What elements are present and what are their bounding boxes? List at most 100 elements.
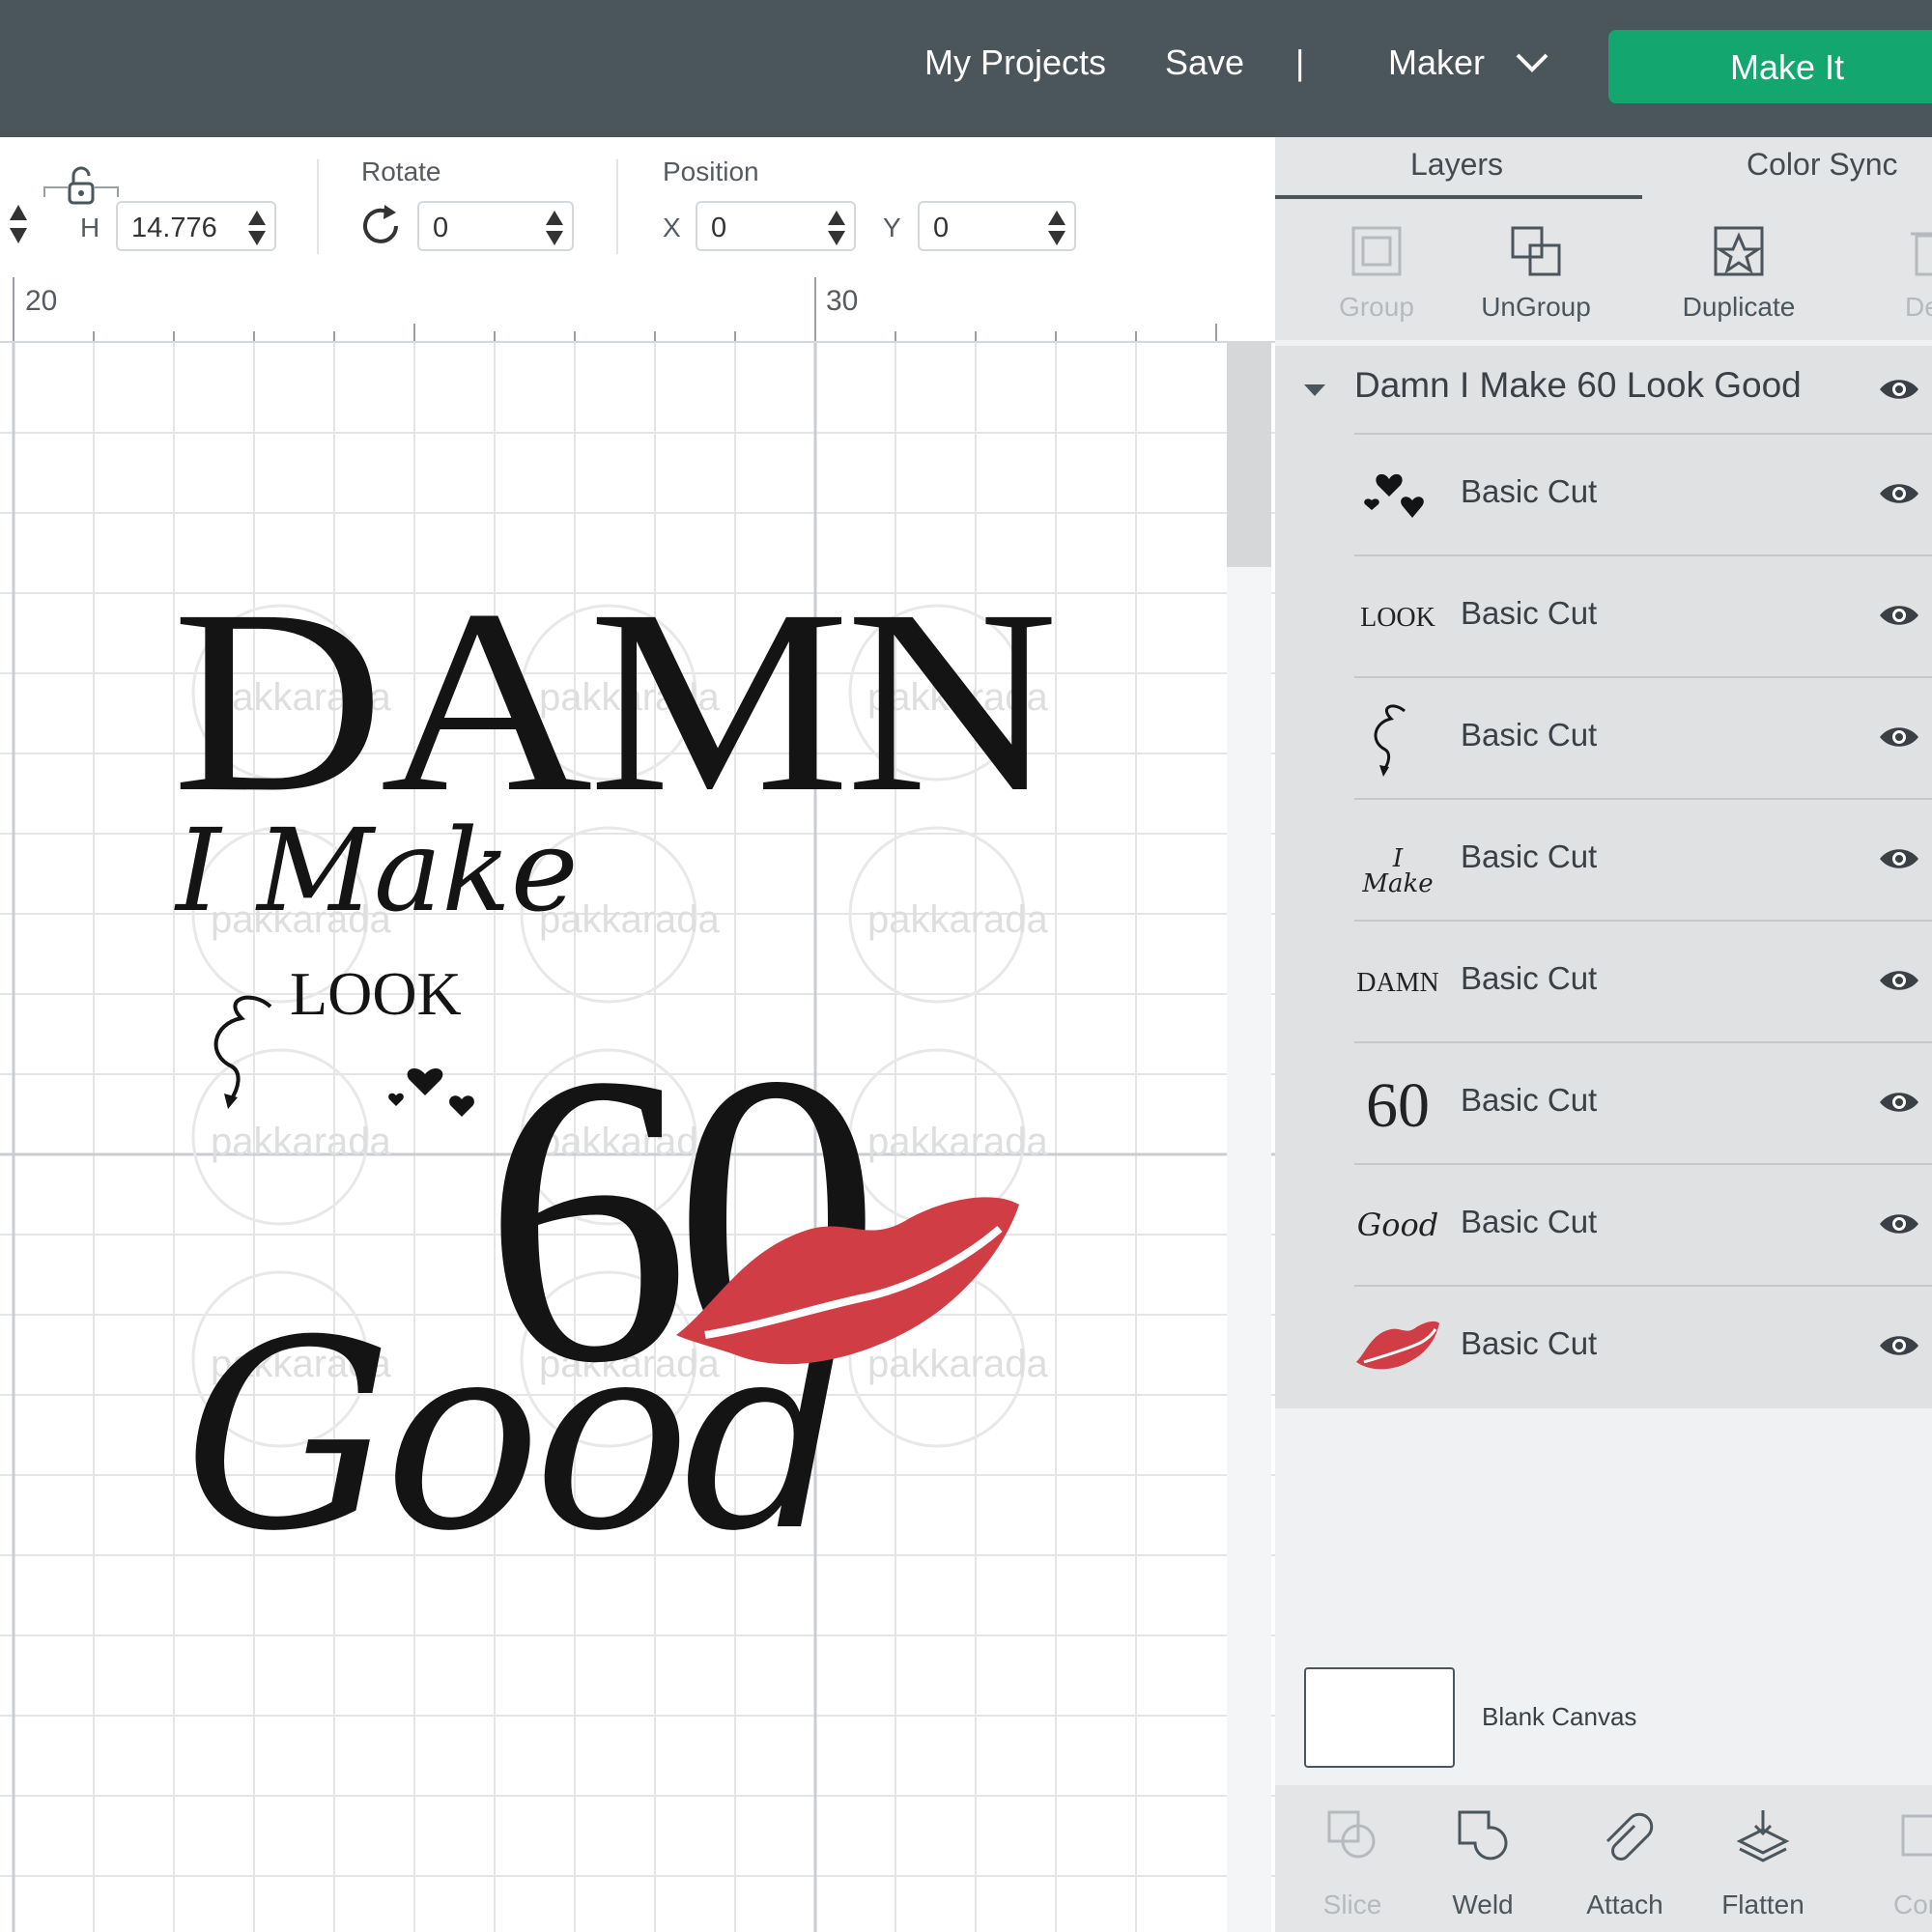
height-label: H — [80, 213, 100, 242]
hearts-icon — [388, 1067, 474, 1117]
flatten-button[interactable]: Flatten — [1686, 1785, 1840, 1932]
y-position-value: 0 — [933, 213, 950, 243]
layer-thumbnail: DAMN — [1354, 941, 1441, 1024]
contour-label: Cont — [1893, 1889, 1932, 1919]
duplicate-icon — [1714, 226, 1764, 276]
height-value: 14.776 — [131, 213, 217, 243]
spinner-arrows-icon[interactable] — [8, 203, 29, 245]
flatten-icon — [1736, 1810, 1790, 1862]
blank-canvas-row[interactable]: Blank Canvas — [1275, 1648, 1932, 1783]
layer-row[interactable]: Basic Cut — [1354, 676, 1932, 798]
y-position-input[interactable]: 0 — [918, 201, 1076, 251]
weld-icon — [1458, 1810, 1508, 1861]
delete-button[interactable]: Dele — [1855, 199, 1932, 340]
eye-icon[interactable] — [1878, 844, 1920, 873]
design-text-damn: DAMN — [172, 555, 1058, 846]
layer-name: Basic Cut — [1461, 838, 1598, 874]
layer-row[interactable]: Basic Cut — [1354, 433, 1932, 554]
watermark-text: pakkarada — [211, 1121, 392, 1163]
group-icon — [1351, 226, 1402, 276]
spinner-arrows-icon[interactable] — [247, 209, 267, 247]
layer-thumbnail: LOOK — [1354, 576, 1441, 659]
eye-icon[interactable] — [1878, 723, 1920, 752]
layer-row[interactable]: 60 Basic Cut — [1354, 1041, 1932, 1163]
thumbnail-text: Good — [1356, 1207, 1439, 1243]
thumbnail-text: LOOK — [1360, 603, 1435, 633]
design-text-i-make: I Make — [176, 804, 579, 937]
layer-group-name: Damn I Make 60 Look Good — [1354, 365, 1802, 405]
blank-canvas-label: Blank Canvas — [1482, 1702, 1637, 1731]
layer-name: Basic Cut — [1461, 960, 1598, 996]
hearts-thumbnail-icon — [1364, 473, 1424, 518]
eye-icon[interactable] — [1878, 479, 1920, 508]
thumbnail-text: 60 — [1366, 1070, 1430, 1141]
layer-row[interactable]: Basic Cut — [1354, 1285, 1932, 1406]
eye-icon[interactable] — [1878, 601, 1920, 630]
machine-select[interactable]: Maker — [1388, 43, 1485, 83]
layer-name: Basic Cut — [1461, 1204, 1598, 1239]
tab-layers[interactable]: Layers — [1410, 147, 1503, 183]
save-link[interactable]: Save — [1165, 43, 1244, 83]
attach-button[interactable]: Attach — [1548, 1785, 1702, 1932]
layer-group-row[interactable]: Damn I Make 60 Look Good — [1275, 346, 1932, 433]
position-label: Position — [663, 156, 759, 186]
duplicate-button[interactable]: Duplicate — [1662, 199, 1816, 340]
x-position-input[interactable]: 0 — [696, 201, 856, 251]
tab-color-sync[interactable]: Color Sync — [1747, 147, 1898, 183]
weld-button[interactable]: Weld — [1406, 1785, 1560, 1932]
layer-name: Basic Cut — [1461, 1082, 1598, 1118]
bottom-actions: Slice Weld Attach Flatten Co — [1275, 1785, 1932, 1932]
height-input[interactable]: 14.776 — [116, 201, 276, 251]
design-artwork[interactable]: pakkarada pakkarada pakkarada pakkarada … — [0, 277, 1275, 1932]
make-it-button[interactable]: Make It — [1608, 30, 1932, 103]
ungroup-label: UnGroup — [1481, 292, 1591, 322]
eye-icon[interactable] — [1878, 375, 1920, 404]
spinner-arrows-icon[interactable] — [1047, 209, 1066, 247]
layer-name: Basic Cut — [1461, 1325, 1598, 1361]
eye-icon[interactable] — [1878, 1331, 1920, 1360]
my-projects-link[interactable]: My Projects — [924, 43, 1106, 83]
lock-icon[interactable] — [41, 158, 122, 216]
spinner-arrows-icon[interactable] — [545, 209, 564, 247]
attach-label: Attach — [1586, 1889, 1663, 1919]
layer-row[interactable]: I Make Basic Cut — [1354, 798, 1932, 920]
top-bar: My Projects Save | Maker Make It — [0, 0, 1932, 137]
spinner-arrows-icon[interactable] — [827, 209, 846, 247]
layer-row[interactable]: Good Basic Cut — [1354, 1163, 1932, 1285]
design-canvas[interactable]: 20 30 pakkarada pakkarada pakkarada pakk… — [0, 277, 1275, 1932]
layers-panel: Layers Color Sync Group UnGroup Duplicat… — [1275, 137, 1932, 1932]
layer-name: Basic Cut — [1461, 595, 1598, 631]
attach-icon — [1605, 1812, 1654, 1861]
layer-name: Basic Cut — [1461, 473, 1598, 509]
canvas-swatch[interactable] — [1304, 1667, 1455, 1768]
eye-icon[interactable] — [1878, 1209, 1920, 1238]
group-button[interactable]: Group — [1299, 199, 1454, 340]
watermark-text: pakkarada — [867, 1121, 1049, 1163]
rotate-icon — [363, 205, 398, 243]
layer-row[interactable]: DAMN Basic Cut — [1354, 920, 1932, 1041]
weld-label: Weld — [1452, 1889, 1514, 1919]
eye-icon[interactable] — [1878, 1088, 1920, 1117]
duplicate-label: Duplicate — [1682, 292, 1796, 322]
layers-list: Damn I Make 60 Look Good Basic Cut LOOK … — [1275, 346, 1932, 1408]
y-label: Y — [883, 213, 901, 242]
eye-icon[interactable] — [1878, 966, 1920, 995]
group-label: Group — [1339, 292, 1414, 322]
watermark-text: pakkarada — [867, 898, 1049, 941]
contour-button[interactable]: Cont — [1845, 1785, 1932, 1932]
lips-thumbnail-icon — [1356, 1321, 1439, 1370]
rotate-value: 0 — [433, 213, 449, 243]
layer-thumbnail: 60 — [1354, 1063, 1441, 1146]
rotate-input[interactable]: 0 — [417, 201, 574, 251]
caret-down-icon[interactable] — [1304, 384, 1325, 396]
layer-thumbnail: I Make — [1354, 819, 1441, 902]
rotate-label: Rotate — [361, 156, 441, 186]
slice-icon — [1327, 1810, 1376, 1859]
panel-tabs: Layers Color Sync — [1275, 137, 1932, 199]
flatten-label: Flatten — [1721, 1889, 1804, 1919]
thumbnail-text: I Make — [1362, 844, 1434, 898]
layer-row[interactable]: LOOK Basic Cut — [1354, 554, 1932, 676]
chevron-down-icon[interactable] — [1515, 50, 1549, 75]
ungroup-button[interactable]: UnGroup — [1459, 199, 1613, 340]
lips-icon — [676, 1197, 1019, 1365]
